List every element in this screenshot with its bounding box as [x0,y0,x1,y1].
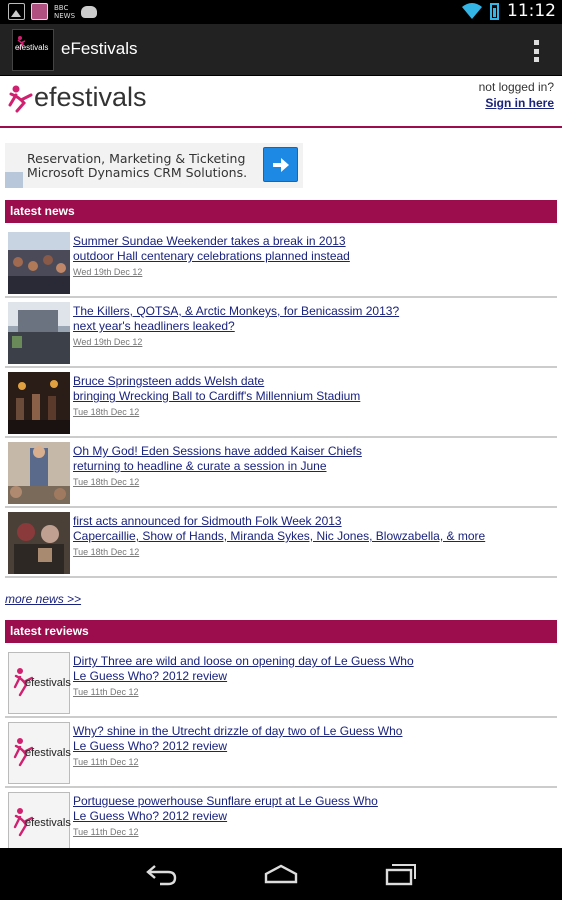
notification-icons: BBC NEWS [8,3,98,20]
header-divider [0,126,562,128]
review-headline[interactable]: Dirty Three are wild and loose on openin… [73,654,414,669]
news-subline[interactable]: next year's headliners leaked? [73,319,399,334]
news-item[interactable]: The Killers, QOTSA, & Arctic Monkeys, fo… [5,298,557,368]
review-headline[interactable]: Why? shine in the Utrecht drizzle of day… [73,724,402,739]
review-subline[interactable]: Le Guess Who? 2012 review [73,809,378,824]
review-date: Tue 11th Dec 12 [73,757,139,767]
news-headline[interactable]: The Killers, QOTSA, & Arctic Monkeys, fo… [73,304,399,319]
status-bar: BBC NEWS 11:12 [0,0,562,24]
news-thumbnail [8,512,70,574]
news-subline[interactable]: bringing Wrecking Ball to Cardiff's Mill… [73,389,360,404]
news-date: Tue 18th Dec 12 [73,547,140,557]
news-item[interactable]: Bruce Springsteen adds Welsh date bringi… [5,368,557,438]
efestivals-app-icon [31,3,48,20]
news-subline[interactable]: returning to headline & curate a session… [73,459,362,474]
clock: 11:12 [507,1,556,21]
review-thumb-text: efestivals [25,747,71,759]
review-date: Tue 11th Dec 12 [73,687,139,697]
bbc-news-label: BBC [54,3,69,12]
review-subline[interactable]: Le Guess Who? 2012 review [73,739,402,754]
action-bar: efestivals eFestivals [0,24,562,76]
navigation-bar [0,848,562,900]
latest-news-header: latest news [5,200,557,223]
review-item[interactable]: efestivals Why? shine in the Utrecht dri… [5,718,557,788]
ad-text: Reservation, Marketing & Ticketing Micro… [27,152,247,180]
ad-line-2: Microsoft Dynamics CRM Solutions. [27,165,248,180]
advertisement[interactable]: Reservation, Marketing & Ticketing Micro… [5,143,303,188]
arrow-right-icon [273,158,289,172]
recent-apps-icon[interactable] [384,862,418,886]
review-subline[interactable]: Le Guess Who? 2012 review [73,669,414,684]
review-thumbnail: efestivals [8,792,71,848]
review-thumb-text: efestivals [25,677,71,689]
latest-reviews-header: latest reviews [5,620,557,643]
news-date: Wed 19th Dec 12 [73,337,143,347]
review-headline[interactable]: Portuguese powerhouse Sunflare erupt at … [73,794,378,809]
news-headline[interactable]: Summer Sundae Weekender takes a break in… [73,234,350,249]
news-date: Wed 19th Dec 12 [73,267,143,277]
gallery-icon [8,3,25,20]
web-content[interactable]: efestivals not logged in? Sign in here R… [0,76,562,848]
news-thumbnail [8,372,70,434]
review-thumbnail: efestivals [8,722,71,784]
ad-arrow-button[interactable] [263,147,298,182]
review-item[interactable]: efestivals Portuguese powerhouse Sunflar… [5,788,557,848]
latest-reviews-title: latest reviews [10,624,89,638]
dancer-icon [8,85,33,113]
wifi-icon [462,3,482,19]
site-name: efestivals [34,82,147,112]
android-cat-icon [81,5,98,18]
more-news-link[interactable]: more news >> [5,592,81,606]
bbc-news-label-2: NEWS [54,11,76,20]
site-header: efestivals not logged in? Sign in here [0,76,562,126]
back-icon[interactable] [144,862,178,886]
review-date: Tue 11th Dec 12 [73,827,139,837]
ad-choices-icon[interactable] [5,172,23,188]
news-item[interactable]: Summer Sundae Weekender takes a break in… [5,228,557,298]
news-headline[interactable]: Bruce Springsteen adds Welsh date [73,374,360,389]
bbc-news-icon: BBC NEWS [54,4,75,20]
sign-in-link[interactable]: Sign in here [479,96,554,110]
login-status: not logged in? [478,80,554,94]
news-item[interactable]: Oh My God! Eden Sessions have added Kais… [5,438,557,508]
overflow-menu-icon[interactable] [534,40,540,62]
review-item[interactable]: efestivals Dirty Three are wild and loos… [5,648,557,718]
review-thumbnail: efestivals [8,652,71,714]
news-headline[interactable]: Oh My God! Eden Sessions have added Kais… [73,444,362,459]
news-thumbnail [8,232,70,294]
review-thumb-text: efestivals [25,817,71,829]
ad-line-1: Reservation, Marketing & Ticketing [27,151,246,166]
news-subline[interactable]: outdoor Hall centenary celebrations plan… [73,249,350,264]
site-logo[interactable]: efestivals [7,82,147,113]
news-item[interactable]: first acts announced for Sidmouth Folk W… [5,508,557,578]
latest-news-title: latest news [10,204,75,218]
battery-icon [490,2,499,20]
login-box: not logged in? Sign in here [479,80,554,110]
news-thumbnail [8,442,70,504]
news-date: Tue 18th Dec 12 [73,477,140,487]
news-headline[interactable]: first acts announced for Sidmouth Folk W… [73,514,485,529]
news-subline[interactable]: Capercaillie, Show of Hands, Miranda Syk… [73,529,485,544]
app-logo-icon[interactable]: efestivals [12,29,54,71]
news-thumbnail [8,302,70,364]
home-icon[interactable] [264,862,298,886]
app-title: eFestivals [61,39,138,58]
app-logo-text: efestivals [15,43,49,52]
news-date: Tue 18th Dec 12 [73,407,140,417]
